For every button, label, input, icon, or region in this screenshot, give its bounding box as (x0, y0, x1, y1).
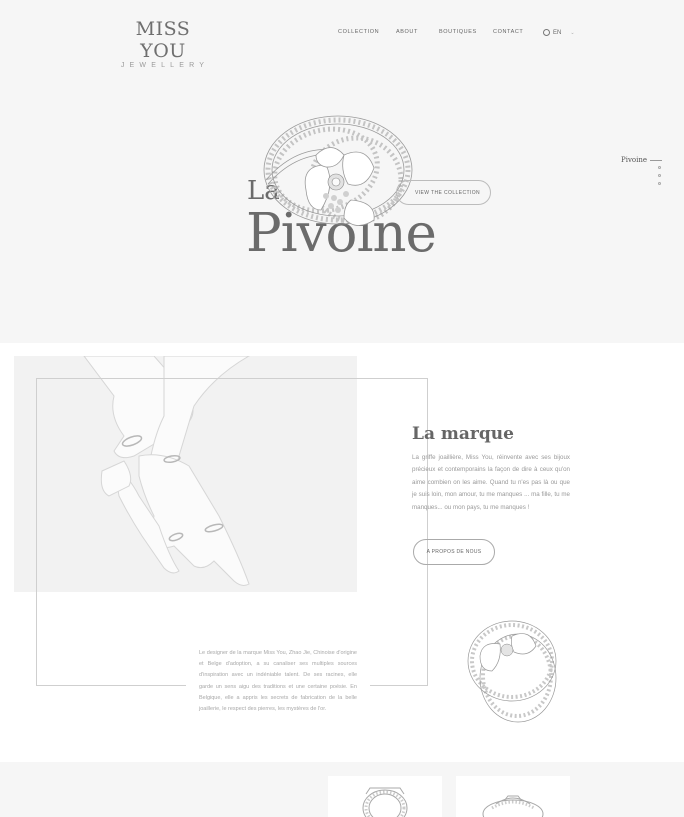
slider-label[interactable]: Pivoine (621, 156, 647, 164)
logo-sub: JEWELLERY (120, 62, 210, 69)
main-nav: COLLECTION ABOUT BOUTIQUES CONTACT (0, 29, 684, 39)
logo-main: MISS YOU (135, 18, 191, 62)
slider-dot[interactable] (658, 174, 661, 177)
nav-item-about[interactable]: ABOUT (396, 29, 418, 35)
about-us-button[interactable]: A PROPOS DE NOUS (413, 539, 495, 565)
nav-item-boutiques[interactable]: BOUTIQUES (439, 29, 477, 35)
nav-item-contact[interactable]: CONTACT (493, 29, 523, 35)
hero-ring-image (263, 115, 413, 226)
language-selector[interactable]: EN ⌄ (543, 29, 575, 36)
product-image (362, 787, 408, 817)
arrow-left-icon[interactable] (650, 160, 662, 161)
globe-icon (543, 29, 550, 36)
language-label: EN (553, 29, 562, 36)
slider-pagination (658, 166, 662, 190)
ring-product-image (467, 620, 557, 723)
product-image (482, 795, 544, 817)
site-logo[interactable]: MISS YOU JEWELLERY (113, 18, 213, 69)
designer-text: Le designer de la marque Miss You, Zhao … (199, 650, 357, 713)
chevron-down-icon: ⌄ (570, 29, 575, 36)
decorative-frame (36, 378, 428, 686)
slider-dot[interactable] (658, 166, 661, 169)
view-collection-button[interactable]: VIEW THE COLLECTION (396, 180, 491, 205)
product-card[interactable] (328, 776, 442, 817)
nav-item-collection[interactable]: COLLECTION (338, 29, 379, 35)
hero-section: MISS YOU JEWELLERY COLLECTION ABOUT BOUT… (0, 0, 684, 343)
brand-text: La griffe joaillière, Miss You, réinvent… (412, 454, 570, 511)
slider-dot[interactable] (658, 182, 661, 185)
product-card[interactable] (456, 776, 570, 817)
brand-title: La marque (412, 424, 514, 444)
